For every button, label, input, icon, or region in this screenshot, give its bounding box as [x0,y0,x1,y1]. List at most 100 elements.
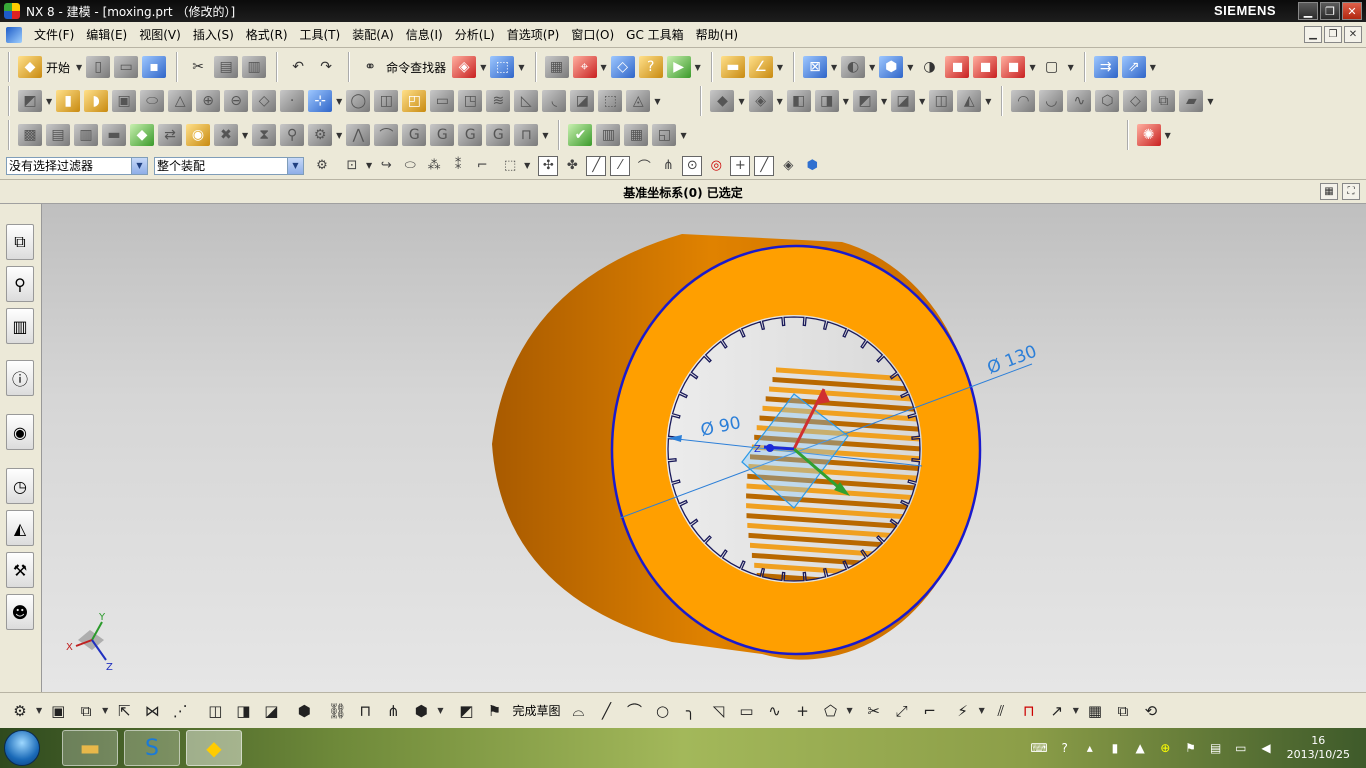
gear-icon[interactable]: ⚙ [308,124,333,146]
fit-view-icon[interactable]: ⊠ [802,56,827,78]
chevron-down-icon[interactable]: ▼ [907,63,913,72]
update-model-icon[interactable]: ⟲ [1140,700,1162,722]
cut-icon[interactable]: ✂ [186,56,210,78]
rectangle-icon[interactable]: ▭ [735,700,757,722]
finish-sketch-label[interactable]: 完成草图 [512,702,560,719]
chevron-down-icon[interactable]: ▼ [1029,63,1035,72]
chevron-down-icon[interactable]: ▼ [777,63,783,72]
menu-format[interactable]: 格式(R) [240,24,294,46]
model-canvas[interactable]: Ø 130 Ø 90 Z Y X Z [42,204,1366,692]
menu-edit[interactable]: 编辑(E) [80,24,133,46]
history-icon[interactable]: ◷ [6,468,34,504]
system-visualization-icon[interactable]: ◭ [6,510,34,546]
measure-distance-icon[interactable]: ▬ [720,56,745,78]
n-sided-icon[interactable]: ⬡ [1095,90,1120,112]
chevron-down-icon[interactable]: ▼ [654,97,660,106]
offset-face-icon[interactable]: ◧ [786,90,811,112]
play-icon[interactable]: ▶ [666,56,691,78]
chamfer-icon[interactable]: ◺ [514,90,539,112]
chevron-down-icon[interactable]: ▼ [919,97,925,106]
background-icon[interactable]: ▢ [1040,56,1064,78]
wave-link-icon[interactable]: ◪ [260,700,282,722]
chevron-down-icon[interactable]: ▼ [480,63,486,72]
delete-face-icon[interactable]: ◪ [891,90,916,112]
make-corner-icon[interactable]: ⌐ [919,700,941,722]
chevron-down-icon[interactable]: ▼ [1207,97,1213,106]
chevron-down-icon[interactable]: ▼ [1073,706,1079,715]
cube-icon[interactable]: ⬢ [802,156,822,176]
open-folder-icon[interactable]: ▭ [114,56,139,78]
replace-face-icon[interactable]: ◨ [814,90,839,112]
display-icon[interactable]: ▭ [1233,740,1248,756]
menu-window[interactable]: 窗口(O) [565,24,620,46]
render-style-icon[interactable]: ◑ [917,56,941,78]
polygon-icon[interactable]: ⬠ [819,700,841,722]
component-icon[interactable]: ⇗ [1121,56,1146,78]
thicken-icon[interactable]: ▰ [1179,90,1204,112]
sketch-icon[interactable]: ◩ [455,700,477,722]
slot-icon[interactable]: ▭ [430,90,455,112]
wheel-icon[interactable]: ✺ [1136,124,1161,146]
snap-multi-icon[interactable]: ✤ [562,156,582,176]
chevron-down-icon[interactable]: ▼ [843,97,849,106]
edit-object-icon[interactable]: ◇ [610,56,635,78]
pocket-icon[interactable]: ◰ [402,90,427,112]
extrude-icon[interactable]: ▮ [56,90,81,112]
datum-plane-icon[interactable]: ◇ [252,90,277,112]
chevron-down-icon[interactable]: ▼ [366,161,372,170]
chevron-down-icon[interactable]: ▼ [869,63,875,72]
fillet-icon[interactable]: ╮ [679,700,701,722]
flag-icon[interactable]: ⚑ [1183,740,1198,756]
help-icon[interactable]: ? [1057,740,1072,756]
shaded-edges-icon[interactable]: ◼ [973,56,998,78]
chevron-down-icon[interactable]: ▼ [36,706,42,715]
trim-icon[interactable]: ◬ [626,90,651,112]
gc-spline-icon[interactable]: G [430,124,455,146]
unite-icon[interactable]: ⊕ [196,90,221,112]
network-icon[interactable]: ▤ [1208,740,1223,756]
start-label[interactable]: 开始 [46,59,70,76]
add-component-icon[interactable]: ▣ [47,700,69,722]
region-icon[interactable]: ⌐ [472,156,492,176]
suppress-icon[interactable]: ▬ [102,124,126,146]
control-point-icon[interactable]: ⌒ [634,156,654,176]
command-finder-label[interactable]: 命令查找器 [386,59,446,76]
point-on-curve-icon[interactable]: ╱ [754,155,775,176]
menu-assembly[interactable]: 装配(A) [346,24,400,46]
chevron-down-icon[interactable]: ▼ [76,63,82,72]
move-component-icon[interactable]: ⇱ [113,700,135,722]
chevron-down-icon[interactable]: ▼ [46,97,52,106]
clock[interactable]: 16 2013/10/25 [1287,734,1350,762]
touch-mode-icon[interactable]: ◈ [452,56,477,78]
link-icon[interactable]: ⛓ [326,700,348,722]
chamfer-sketch-icon[interactable]: ◹ [707,700,729,722]
zoom-icon[interactable]: ◐ [841,56,866,78]
copy-icon[interactable]: ▤ [214,56,239,78]
studio-icon[interactable]: ◼ [1001,56,1026,78]
restore-button[interactable]: ❐ [1320,2,1340,20]
sogou-task-button[interactable]: S [124,730,180,766]
swept-icon[interactable]: ∿ [1067,90,1092,112]
keyboard-icon[interactable]: ⌨ [1030,740,1047,756]
quick-extend-icon[interactable]: ⤢ [891,700,913,722]
menu-preferences[interactable]: 首选项(P) [501,24,566,46]
report-icon[interactable]: ◱ [652,124,677,146]
boss-icon[interactable]: ◫ [374,90,399,112]
delete-feature-icon[interactable]: ✖ [214,124,238,146]
clearance-icon[interactable]: ⊓ [354,700,376,722]
explorer-task-button[interactable]: ▬ [62,730,118,766]
volume-icon[interactable]: ◀ [1258,740,1273,756]
part-navigator-icon[interactable]: ▥ [6,308,34,344]
sew-icon[interactable]: ⧉ [1151,90,1176,112]
midpoint-icon[interactable]: ⁄ [610,155,631,176]
chevron-down-icon[interactable]: ▼ [336,97,342,106]
mirror-face-icon[interactable]: ◭ [957,90,982,112]
draft-icon[interactable]: ◪ [570,90,595,112]
save-icon[interactable]: ▪ [142,56,167,78]
point-sketch-icon[interactable]: + [791,700,813,722]
chevron-down-icon[interactable]: ▼ [985,97,991,106]
chevron-down-icon[interactable]: ▼ [1068,63,1074,72]
measure-angle-icon[interactable]: ∠ [748,56,773,78]
selection-icon[interactable]: ⬚ [490,56,515,78]
paste-icon[interactable]: ▥ [242,56,267,78]
